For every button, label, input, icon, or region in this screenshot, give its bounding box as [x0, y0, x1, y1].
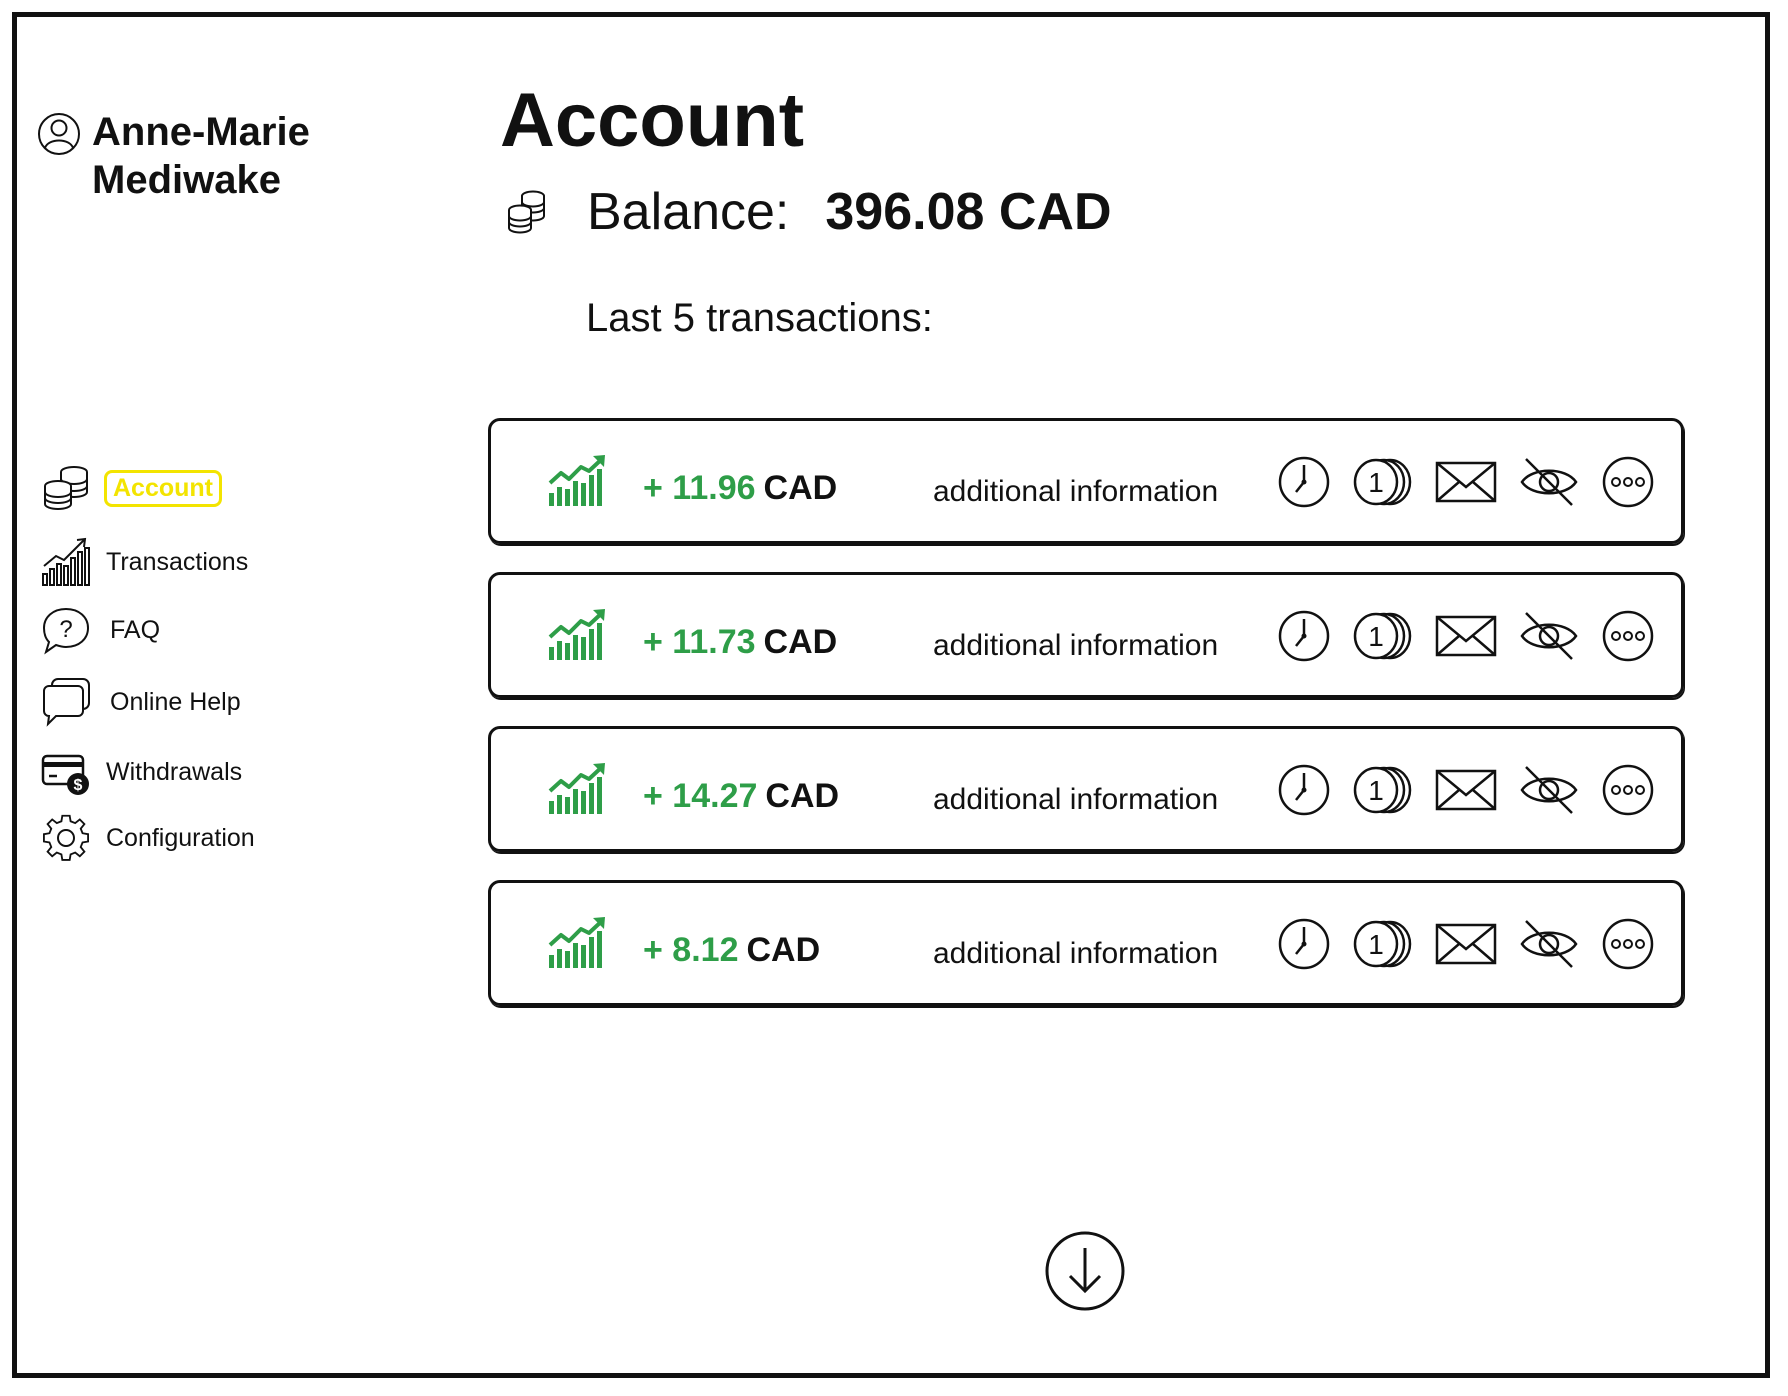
transaction-amount: + 14.27 CAD	[643, 777, 839, 816]
transaction-actions: 1	[1277, 763, 1676, 817]
gear-icon	[42, 814, 90, 861]
growth-chart-icon	[548, 455, 605, 506]
sidebar-item-label: Withdrawals	[106, 757, 243, 786]
transaction-amount: + 8.12 CAD	[643, 931, 820, 970]
transaction-amount: + 11.73 CAD	[643, 623, 837, 662]
transaction-list: + 11.96 CAD additional information 1 + 11.7…	[488, 418, 1684, 1034]
clock-icon[interactable]	[1277, 763, 1331, 817]
sidebar-item-account[interactable]: Account	[40, 462, 222, 514]
user-profile: Anne-Marie Mediwake	[36, 108, 352, 204]
growth-chart-icon	[548, 609, 605, 660]
amount-value: + 11.96	[643, 469, 756, 507]
envelope-icon[interactable]	[1435, 455, 1497, 509]
sidebar-item-online-help[interactable]: Online Help	[40, 676, 241, 728]
svg-text:?: ?	[59, 616, 72, 643]
amount-currency: CAD	[765, 777, 840, 815]
svg-text:$: $	[74, 777, 83, 794]
user-first-name: Anne-Marie	[92, 110, 310, 154]
transaction-info: additional information	[933, 783, 1219, 816]
growth-chart-icon	[548, 763, 605, 814]
last-transactions-label: Last 5 transactions:	[586, 296, 933, 340]
sidebar-item-faq[interactable]: ? FAQ	[40, 604, 160, 656]
coins-stack-icon[interactable]: 1	[1352, 763, 1414, 817]
balance-label: Balance:	[587, 183, 790, 241]
envelope-icon[interactable]	[1435, 917, 1497, 971]
coins-stack-icon[interactable]: 1	[1352, 455, 1414, 509]
eye-off-icon[interactable]	[1518, 609, 1580, 663]
transaction-card[interactable]: + 8.12 CAD additional information 1	[488, 880, 1684, 1006]
amount-value: + 11.73	[643, 623, 756, 661]
coins-icon	[508, 190, 545, 234]
more-icon[interactable]	[1601, 455, 1655, 509]
coins-stack-icon[interactable]: 1	[1352, 917, 1414, 971]
amount-currency: CAD	[763, 469, 838, 507]
page-title: Account	[500, 78, 804, 163]
eye-off-icon[interactable]	[1518, 917, 1580, 971]
envelope-icon[interactable]	[1435, 609, 1497, 663]
svg-text:1: 1	[1368, 929, 1384, 960]
sidebar-item-withdrawals[interactable]: $ Withdrawals	[40, 746, 242, 798]
eye-off-icon[interactable]	[1518, 763, 1580, 817]
amount-value: + 14.27	[643, 777, 758, 815]
bar-chart-icon	[42, 537, 90, 586]
coins-icon	[44, 466, 88, 510]
sidebar-item-transactions[interactable]: Transactions	[40, 536, 248, 588]
user-name: Anne-Marie Mediwake	[92, 108, 352, 204]
more-icon[interactable]	[1601, 917, 1655, 971]
more-icon[interactable]	[1601, 609, 1655, 663]
clock-icon[interactable]	[1277, 455, 1331, 509]
question-icon: ?	[42, 607, 90, 655]
transaction-info: additional information	[933, 475, 1219, 508]
transaction-actions: 1	[1277, 455, 1676, 509]
scroll-down-button[interactable]	[1044, 1230, 1126, 1312]
user-icon	[38, 113, 80, 155]
clock-icon[interactable]	[1277, 917, 1331, 971]
amount-currency: CAD	[763, 623, 838, 661]
svg-text:1: 1	[1368, 621, 1384, 652]
transaction-actions: 1	[1277, 917, 1676, 971]
sidebar-item-configuration[interactable]: Configuration	[40, 812, 255, 864]
clock-icon[interactable]	[1277, 609, 1331, 663]
user-last-name: Mediwake	[92, 158, 281, 202]
sidebar-item-label: Account	[104, 469, 222, 507]
sidebar-item-label: Transactions	[106, 547, 249, 576]
growth-chart-icon	[548, 917, 605, 968]
amount-currency: CAD	[746, 931, 821, 969]
envelope-icon[interactable]	[1435, 763, 1497, 817]
sidebar-item-label: Online Help	[110, 687, 241, 716]
transaction-card[interactable]: + 11.73 CAD additional information 1	[488, 572, 1684, 698]
svg-text:1: 1	[1368, 467, 1384, 498]
transaction-info: additional information	[933, 937, 1219, 970]
sidebar-item-label: FAQ	[110, 615, 161, 644]
card-dollar-icon: $	[41, 754, 89, 795]
amount-value: + 8.12	[643, 931, 739, 969]
transaction-info: additional information	[933, 629, 1219, 662]
chat-icon	[43, 678, 90, 727]
eye-off-icon[interactable]	[1518, 455, 1580, 509]
more-icon[interactable]	[1601, 763, 1655, 817]
transaction-card[interactable]: + 14.27 CAD additional information 1	[488, 726, 1684, 852]
svg-text:1: 1	[1368, 775, 1384, 806]
transaction-amount: + 11.96 CAD	[643, 469, 837, 508]
balance-row: Balance: 396.08 CAD	[505, 182, 1112, 242]
balance-value: 396.08 CAD	[825, 183, 1112, 241]
transaction-actions: 1	[1277, 609, 1676, 663]
coins-stack-icon[interactable]: 1	[1352, 609, 1414, 663]
sidebar-item-label: Configuration	[106, 823, 255, 852]
transaction-card[interactable]: + 11.96 CAD additional information 1	[488, 418, 1684, 544]
